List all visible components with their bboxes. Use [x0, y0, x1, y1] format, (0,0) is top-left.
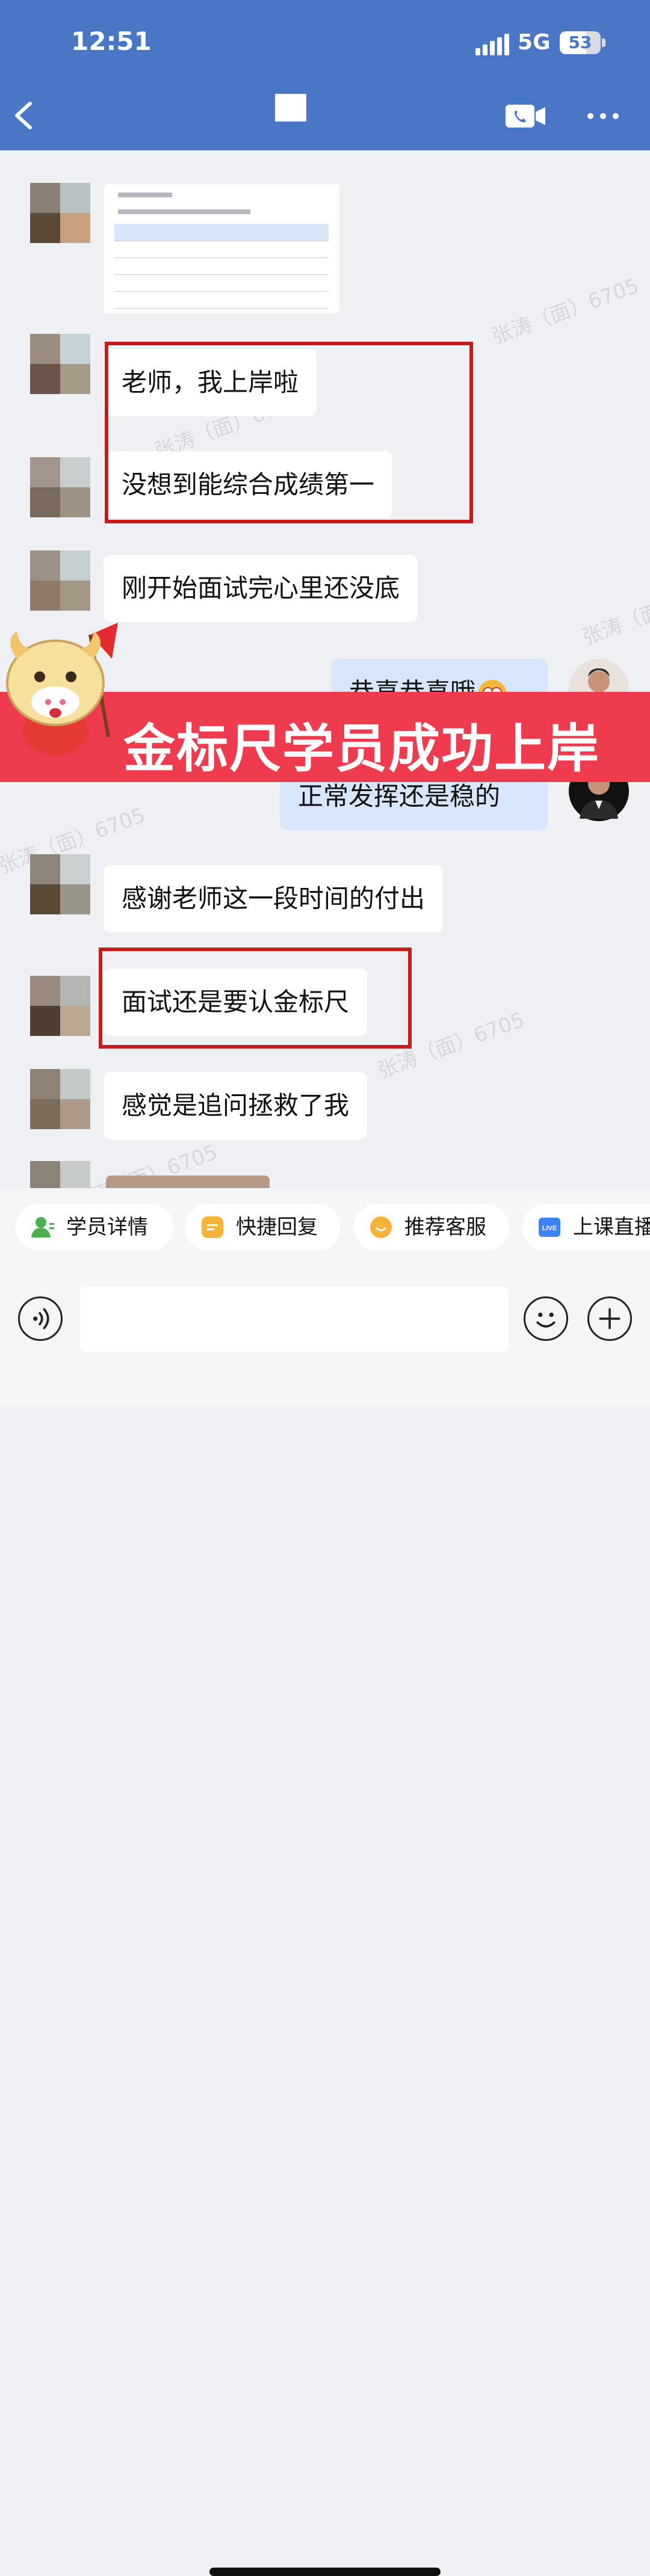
quick-action-bar: 学员详情 快捷回复 推荐客服 LIVE 上课直播: [0, 1188, 650, 1278]
promo-banner-text: 金标尺学员成功上岸: [123, 719, 600, 779]
chip-label: 上课直播: [573, 1215, 650, 1239]
highlight-box: [105, 342, 473, 523]
ox-mascot-icon: [6, 623, 118, 755]
input-bar: [0, 1278, 650, 2576]
back-button[interactable]: [12, 100, 36, 131]
highlight-box: [99, 948, 412, 1049]
live-icon: LIVE: [539, 1218, 560, 1237]
student-avatar[interactable]: [30, 183, 90, 243]
watermark: 张涛（面）6705: [489, 274, 642, 350]
battery-tip: [602, 39, 605, 47]
chat-header: 12:51 5G 53: [0, 0, 650, 150]
message-bubble[interactable]: 刚开始面试完心里还没底: [104, 555, 418, 622]
student-avatar[interactable]: [30, 334, 90, 394]
emoji-button[interactable]: [524, 1296, 568, 1341]
student-details-chip[interactable]: 学员详情: [16, 1204, 173, 1251]
message-input[interactable]: [80, 1287, 509, 1352]
message-bubble[interactable]: 感觉是追问拯救了我: [104, 1072, 368, 1139]
more-button[interactable]: [584, 105, 622, 128]
watermark: 张涛（面）6705: [579, 575, 650, 650]
live-class-chip[interactable]: LIVE 上课直播: [522, 1204, 650, 1251]
voice-button[interactable]: [18, 1296, 63, 1341]
quick-reply-chip[interactable]: 快捷回复: [185, 1204, 341, 1251]
student-profile-icon: [31, 1217, 54, 1237]
status-time: 12:51: [71, 26, 152, 56]
quick-reply-icon: [202, 1216, 223, 1238]
service-icon: [370, 1216, 392, 1238]
battery-level: 53: [568, 32, 592, 52]
chat-title-redacted: [275, 94, 306, 122]
svg-text:LIVE: LIVE: [542, 1225, 557, 1232]
student-avatar[interactable]: [30, 1069, 90, 1129]
student-avatar[interactable]: [30, 550, 90, 611]
student-avatar[interactable]: [30, 457, 90, 517]
student-avatar[interactable]: [30, 976, 90, 1036]
signal-icon: [475, 34, 509, 55]
message-bubble[interactable]: 感谢老师这一段时间的付出: [104, 865, 444, 932]
message-image[interactable]: [104, 184, 339, 313]
message-image-partial[interactable]: [106, 1176, 270, 1188]
chip-label: 学员详情: [66, 1215, 148, 1239]
plus-button[interactable]: [587, 1296, 632, 1341]
chip-label: 快捷回复: [236, 1215, 318, 1239]
video-call-button[interactable]: [504, 102, 546, 130]
recommend-service-chip[interactable]: 推荐客服: [354, 1204, 509, 1251]
student-avatar[interactable]: [30, 854, 90, 914]
chip-label: 推荐客服: [404, 1215, 486, 1239]
battery-icon: 53: [560, 31, 601, 54]
student-avatar[interactable]: [30, 1161, 90, 1188]
network-type: 5G: [518, 30, 551, 55]
home-indicator: [209, 2568, 441, 2576]
